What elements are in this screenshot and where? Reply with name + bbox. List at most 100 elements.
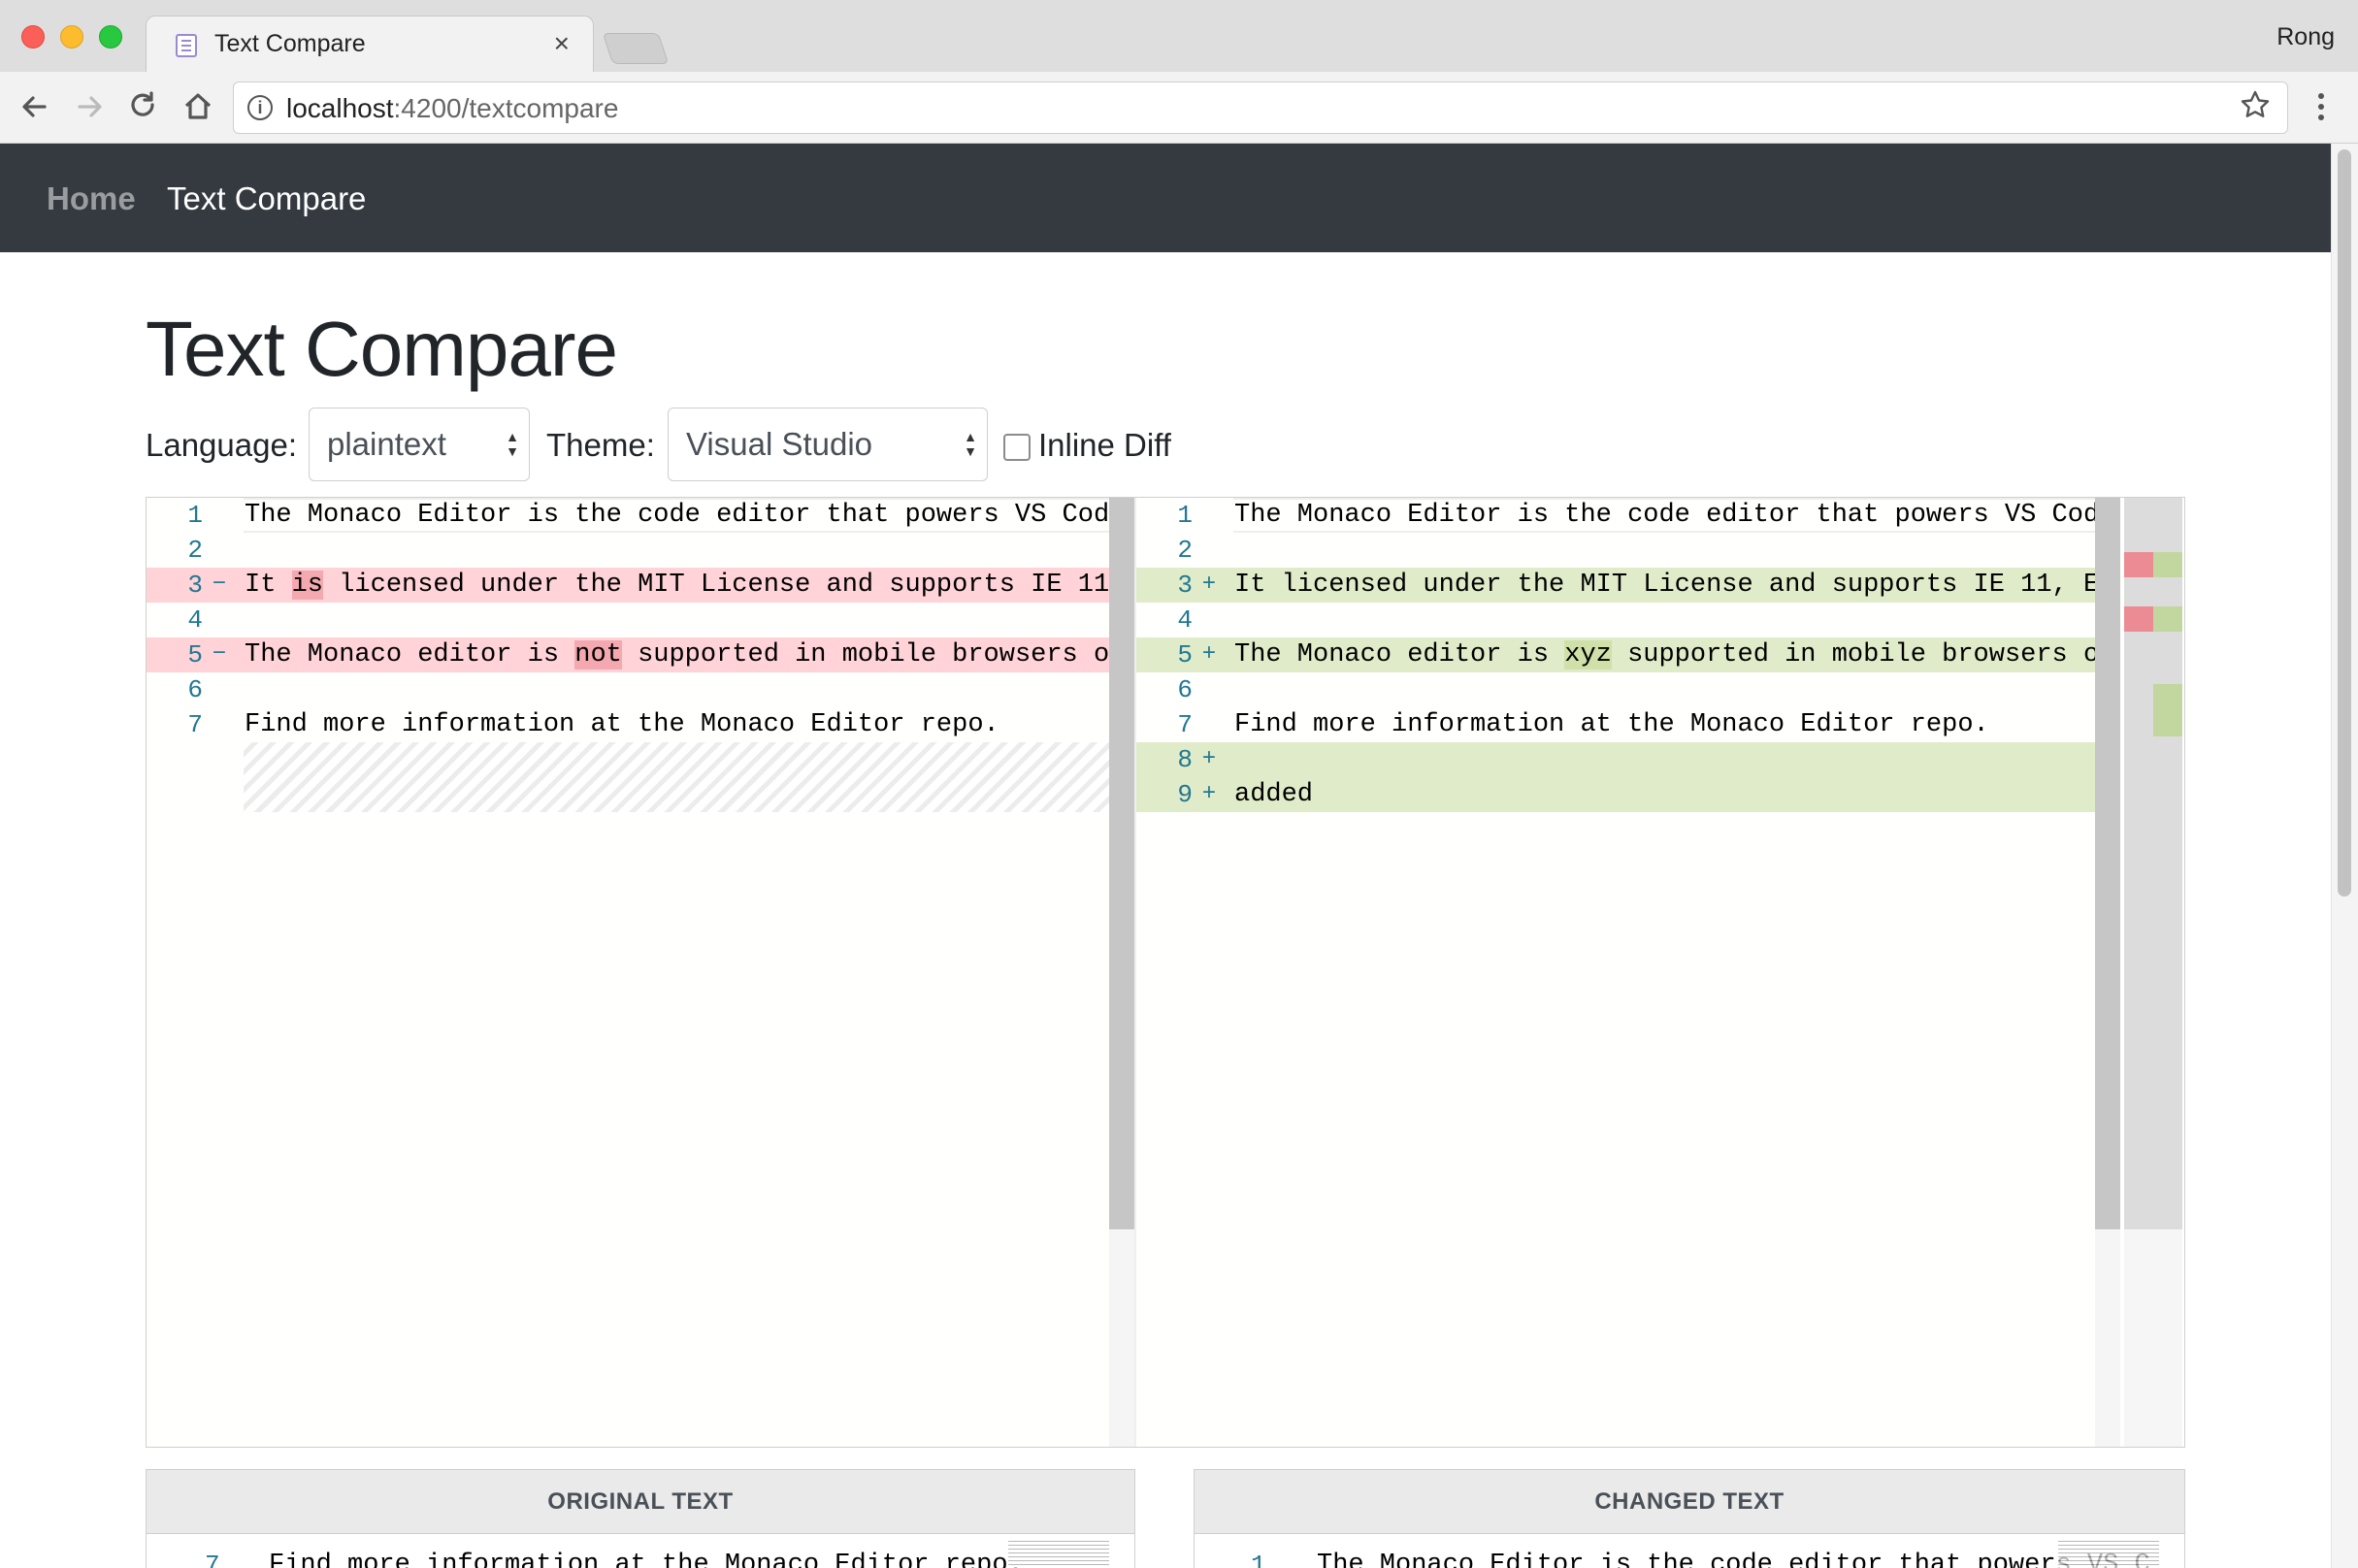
theme-select-value: Visual Studio [686, 426, 873, 462]
code-line[interactable]: It is licensed under the MIT License and… [245, 568, 1108, 603]
code-line[interactable]: The Monaco Editor is the code editor tha… [1317, 1548, 2150, 1568]
code-line[interactable]: added [1234, 777, 2096, 812]
changed-text-header: CHANGED TEXT [1195, 1470, 2184, 1534]
theme-select[interactable]: Visual Studio ▲ ▼ [668, 408, 988, 481]
window-zoom-dot[interactable] [99, 25, 122, 49]
info-icon[interactable]: i [247, 95, 273, 120]
home-icon[interactable] [177, 85, 219, 128]
page-scrollbar[interactable] [2331, 144, 2358, 1568]
code-text: supported in mobile browsers or mobile [638, 640, 1108, 670]
code-text: The Monaco editor is [1234, 640, 1565, 670]
profile-name[interactable]: Rong [2276, 23, 2335, 51]
original-scrollbar-track [1109, 1229, 1134, 1447]
new-tab-button[interactable] [602, 33, 670, 64]
diff-sign [1198, 672, 1220, 707]
code-line[interactable]: Find more information at the Monaco Edit… [245, 707, 1108, 742]
code-line[interactable]: Find more information at the Monaco Edit… [269, 1548, 1024, 1568]
overview-deleted-mark [2124, 552, 2153, 577]
inline-diff-checkbox[interactable] [1003, 434, 1031, 461]
page-scrollbar-thumb[interactable] [2338, 149, 2351, 897]
line-number: 4 [187, 605, 203, 635]
code-line[interactable]: The Monaco Editor is the code editor tha… [245, 498, 1108, 533]
code-line[interactable]: The Monaco Editor is the code editor tha… [1234, 498, 2096, 533]
code-line[interactable] [1234, 533, 2096, 568]
line-number: 7 [187, 710, 203, 739]
code-line[interactable] [1234, 603, 2096, 637]
diff-sign [209, 603, 230, 637]
code-line[interactable] [1234, 742, 2096, 777]
code-line[interactable]: Find more information at the Monaco Edit… [1234, 707, 2096, 742]
changed-word: is [291, 571, 324, 600]
window-minimize-dot[interactable] [60, 25, 83, 49]
page-viewport: Home Text Compare Text Compare Language:… [0, 144, 2358, 1568]
code-line[interactable] [1234, 672, 2096, 707]
address-bar[interactable]: i localhost:4200/textcompare [233, 82, 2288, 134]
diff-sign [1198, 707, 1220, 742]
star-icon[interactable] [2239, 88, 2272, 130]
window-close-dot[interactable] [21, 25, 45, 49]
line-number: 5 [1177, 640, 1193, 670]
nav-text-compare-link[interactable]: Text Compare [167, 180, 366, 217]
line-number: 9 [1177, 780, 1193, 809]
modified-scrollbar[interactable] [2095, 498, 2120, 1229]
modified-pane[interactable]: 1 The Monaco Editor is the code editor th… [1136, 498, 2184, 1447]
line-number: 7 [1177, 710, 1193, 739]
code-line[interactable] [245, 603, 1108, 637]
line-number: 2 [1177, 536, 1193, 565]
original-text-editor[interactable]: ORIGINAL TEXT 7 Find more information at… [146, 1469, 1135, 1568]
original-scrollbar[interactable] [1109, 498, 1134, 1229]
nav-home-link[interactable]: Home [47, 180, 136, 217]
code-text: Find more information at the Monaco Edit… [1234, 710, 1989, 739]
overview-inserted-mark [2153, 552, 2182, 577]
diff-sign: − [212, 572, 227, 598]
modified-scrollbar-track [2095, 1229, 2120, 1447]
overview-inserted-mark [2153, 606, 2182, 632]
original-pane[interactable]: 1 The Monaco Editor is the code editor th… [147, 498, 1134, 1447]
diff-sign: + [1201, 641, 1217, 668]
line-number: 1 [1177, 501, 1193, 530]
overview-ruler-tail [2124, 1229, 2182, 1447]
code-text: The Monaco editor is [245, 640, 575, 670]
code-text: added [1234, 780, 1314, 809]
language-label: Language: [146, 427, 297, 463]
browser-tab-bar: Text Compare × Rong [0, 0, 2358, 72]
forward-arrow-icon[interactable] [68, 85, 111, 128]
code-line[interactable]: The Monaco editor is xyz supported in mo… [1234, 637, 2096, 672]
url-text[interactable]: localhost:4200/textcompare [286, 93, 618, 124]
minimap [1008, 1538, 1109, 1568]
diff-sign [209, 672, 230, 707]
changed-word: not [574, 640, 622, 670]
code-line[interactable]: The Monaco editor is not supported in mo… [245, 637, 1108, 672]
back-arrow-icon[interactable] [14, 85, 56, 128]
diff-editor[interactable]: 1 The Monaco Editor is the code editor th… [146, 497, 2185, 1448]
inline-diff-label[interactable]: Inline Diff [1038, 427, 1171, 464]
language-select[interactable]: plaintext ▲ ▼ [309, 408, 530, 481]
diagonal-fill-region [244, 742, 1117, 812]
line-number: 5 [187, 640, 203, 670]
close-icon[interactable]: × [554, 28, 570, 59]
reload-icon[interactable] [122, 85, 165, 128]
code-line[interactable] [245, 672, 1108, 707]
line-number: 3 [1177, 571, 1193, 600]
browser-tab[interactable]: Text Compare × [146, 16, 594, 72]
code-line[interactable] [245, 533, 1108, 568]
theme-label: Theme: [546, 427, 655, 463]
page-icon [176, 34, 197, 57]
minimap [2058, 1538, 2159, 1568]
line-number: 2 [187, 536, 203, 565]
diff-sign: + [1201, 572, 1217, 598]
code-line[interactable]: It licensed under the MIT License and su… [1234, 568, 2096, 603]
page-title: Text Compare [146, 306, 618, 392]
line-number: 6 [1177, 675, 1193, 704]
changed-text-editor[interactable]: CHANGED TEXT 1 The Monaco Editor is the … [1194, 1469, 2185, 1568]
code-text: The Monaco Editor is the code editor tha… [245, 501, 1108, 530]
select-arrows-icon: ▲ ▼ [964, 429, 977, 459]
code-text: The Monaco Editor is the code editor tha… [1234, 501, 2096, 530]
app-navbar: Home Text Compare [0, 144, 2331, 252]
more-vert-icon[interactable] [2311, 87, 2331, 135]
diff-sign: − [212, 641, 227, 668]
code-text: Find more information at the Monaco Edit… [245, 710, 999, 739]
line-number: 1 [1251, 1551, 1266, 1568]
language-select-value: plaintext [327, 426, 446, 462]
select-arrows-icon: ▲ ▼ [506, 429, 519, 459]
